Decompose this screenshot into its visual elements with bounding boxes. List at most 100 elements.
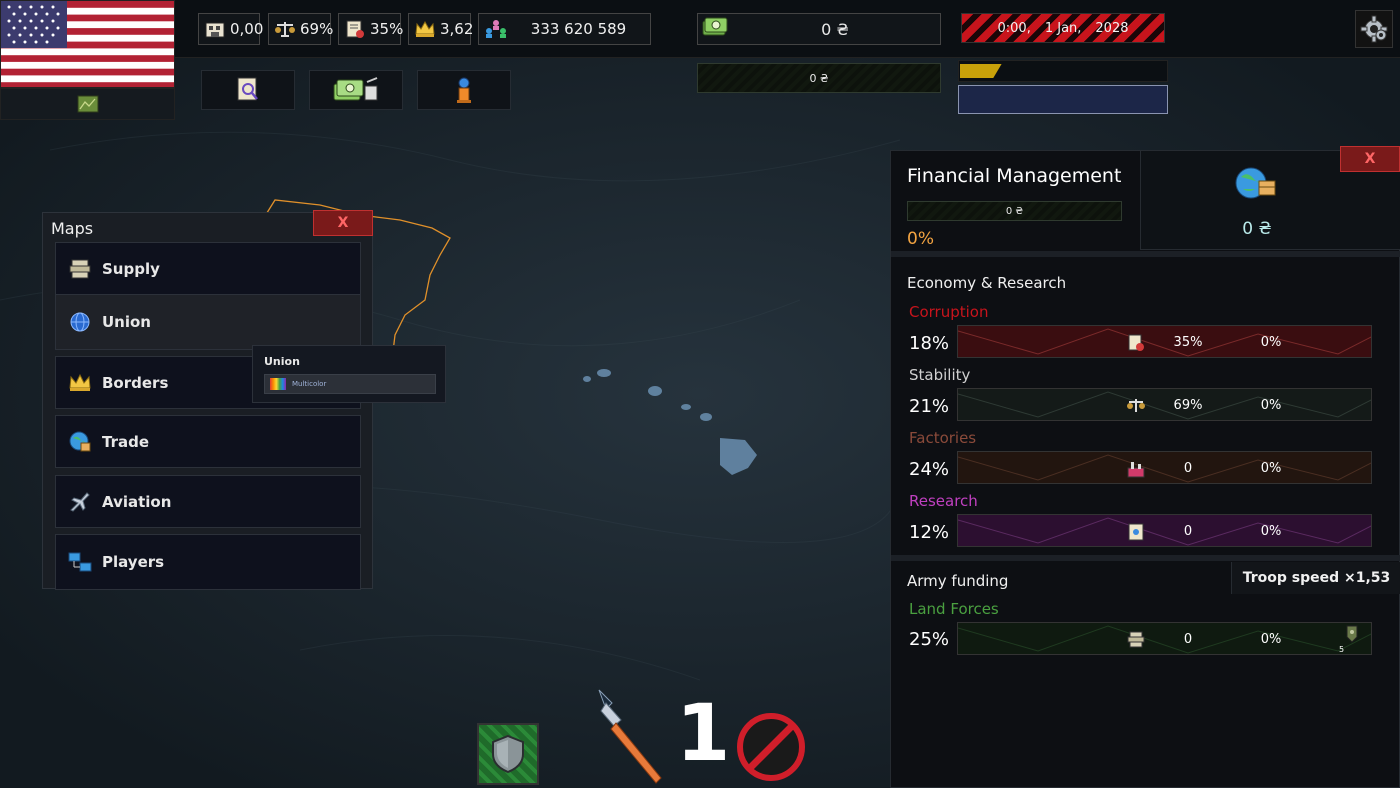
land-forces-label: Land Forces [909, 600, 999, 618]
map-item-players[interactable]: Players [55, 534, 361, 590]
research-change: 0% [1260, 524, 1282, 539]
bar-pattern [958, 452, 1371, 483]
crown-icon [415, 20, 435, 37]
bar-pattern [958, 515, 1371, 546]
stat-stability-value: 69% [300, 20, 334, 38]
usa-flag-icon [1, 1, 174, 87]
stat-influence-value: 3,62 [440, 20, 474, 38]
finance-balance-value: 0 ₴ [1005, 205, 1024, 217]
map-item-trade[interactable]: Trade [55, 415, 361, 468]
map-item-union[interactable]: Union [55, 294, 361, 350]
stat-population-value: 333 620 589 [530, 20, 627, 38]
finance-close-button[interactable]: X [1340, 146, 1400, 172]
brush-tool-icon[interactable] [595, 686, 670, 784]
treasury-value: 0 ₴ [821, 19, 849, 39]
gear-icon [1360, 15, 1388, 43]
corruption-bar[interactable]: 35% 0% [957, 325, 1372, 358]
crown-icon [69, 373, 91, 391]
union-tooltip: Union Multicolor [252, 345, 446, 403]
stability-label: Stability [909, 366, 971, 384]
economy-section-title: Economy & Research [907, 274, 1067, 292]
map-item-label: Supply [102, 259, 160, 278]
date-year: 2028 [1095, 20, 1129, 36]
research-label: Research [909, 492, 978, 510]
trade-globe-icon [69, 431, 91, 451]
finance-button[interactable] [309, 70, 403, 110]
stability-change: 0% [1260, 398, 1282, 413]
tooltip-title: Union [264, 355, 300, 368]
cancel-action-icon[interactable] [735, 711, 807, 783]
policy-button[interactable] [201, 70, 295, 110]
map-item-label: Aviation [102, 492, 172, 511]
money-stack-icon [702, 17, 728, 36]
supply-icon [69, 259, 91, 278]
map-icon [77, 95, 98, 113]
globe-icon [70, 312, 90, 332]
troop-speed-display: Troop speed ×1,53 [1231, 562, 1400, 594]
land-forces-bar[interactable]: 0 0% [957, 622, 1372, 655]
balance-scale-icon [1127, 399, 1145, 412]
finance-balance-bar: 0 ₴ [907, 201, 1122, 221]
defense-mode-button[interactable] [477, 723, 539, 785]
land-forces-change: 0% [1260, 632, 1282, 647]
maps-close-button[interactable]: X [313, 210, 373, 236]
land-forces-value: 0 [1183, 632, 1193, 647]
close-icon: X [337, 215, 349, 231]
land-forces-percent: 25% [909, 629, 950, 650]
factories-bar[interactable]: 0 0% [957, 451, 1372, 484]
country-map-button[interactable] [0, 88, 175, 120]
research-percent: 12% [909, 522, 950, 543]
income-bar: 0 ₴ [697, 63, 941, 93]
money-calculator-icon [333, 77, 378, 101]
players-icon [68, 552, 92, 572]
map-item-supply[interactable]: Supply [55, 242, 361, 295]
troop-speed-value: Troop speed ×1,53 [1242, 570, 1391, 586]
progress-fill [960, 64, 1002, 78]
stability-bar[interactable]: 69% 0% [957, 388, 1372, 421]
unit-count: 5 [1339, 645, 1345, 654]
color-mode-select[interactable]: Multicolor [264, 374, 436, 394]
trade-value: 0 ₴ [1242, 219, 1272, 239]
financial-panel: Financial Management 0 ₴ 0% 0 ₴ Economy … [890, 150, 1400, 788]
diplomacy-button[interactable] [417, 70, 511, 110]
population-icon [486, 20, 506, 38]
stat-population[interactable]: 333 620 589 [478, 13, 651, 45]
research-bar[interactable]: 0 0% [957, 514, 1372, 547]
bar-pattern [958, 623, 1371, 654]
maps-panel-title: Maps [51, 219, 94, 238]
stability-value: 69% [1173, 398, 1203, 413]
unit-badge[interactable]: 5 [1339, 625, 1363, 655]
divider [891, 555, 1400, 561]
stat-stability[interactable]: 69% [268, 13, 334, 45]
divider [891, 251, 1400, 257]
podium-globe-icon [457, 77, 471, 103]
close-icon: X [1364, 151, 1376, 167]
corruption-label: Corruption [909, 303, 989, 321]
stat-influence[interactable]: 3,62 [408, 13, 474, 45]
research-document-icon [1128, 523, 1144, 541]
date-display[interactable]: 0:00, 1 Jan, 2028 [961, 13, 1165, 43]
treasury-display[interactable]: 0 ₴ [697, 13, 941, 45]
color-mode-value: Multicolor [292, 380, 327, 388]
settings-button[interactable] [1355, 10, 1393, 48]
stat-factories[interactable]: 0,00 [198, 13, 264, 45]
stat-corruption[interactable]: 35% [338, 13, 403, 45]
country-flag[interactable] [0, 0, 175, 88]
stability-percent: 21% [909, 396, 950, 417]
date-day: 1 Jan, [1044, 20, 1082, 36]
rainbow-swatch-icon [270, 378, 286, 390]
secondary-bar [958, 85, 1168, 114]
map-item-label: Players [102, 553, 165, 571]
shield-icon [492, 734, 524, 774]
income-value: 0 ₴ [809, 71, 829, 85]
corruption-value: 35% [1173, 335, 1203, 350]
map-item-aviation[interactable]: Aviation [55, 475, 361, 528]
army-section-title: Army funding [907, 572, 1009, 590]
soldier-shield-icon [1346, 625, 1358, 643]
jet-icon [70, 491, 90, 512]
document-seal-icon [346, 20, 364, 38]
corruption-percent: 18% [909, 333, 950, 354]
stat-factories-value: 0,00 [230, 20, 264, 38]
document-seal-icon [1128, 334, 1144, 351]
corruption-change: 0% [1260, 335, 1282, 350]
